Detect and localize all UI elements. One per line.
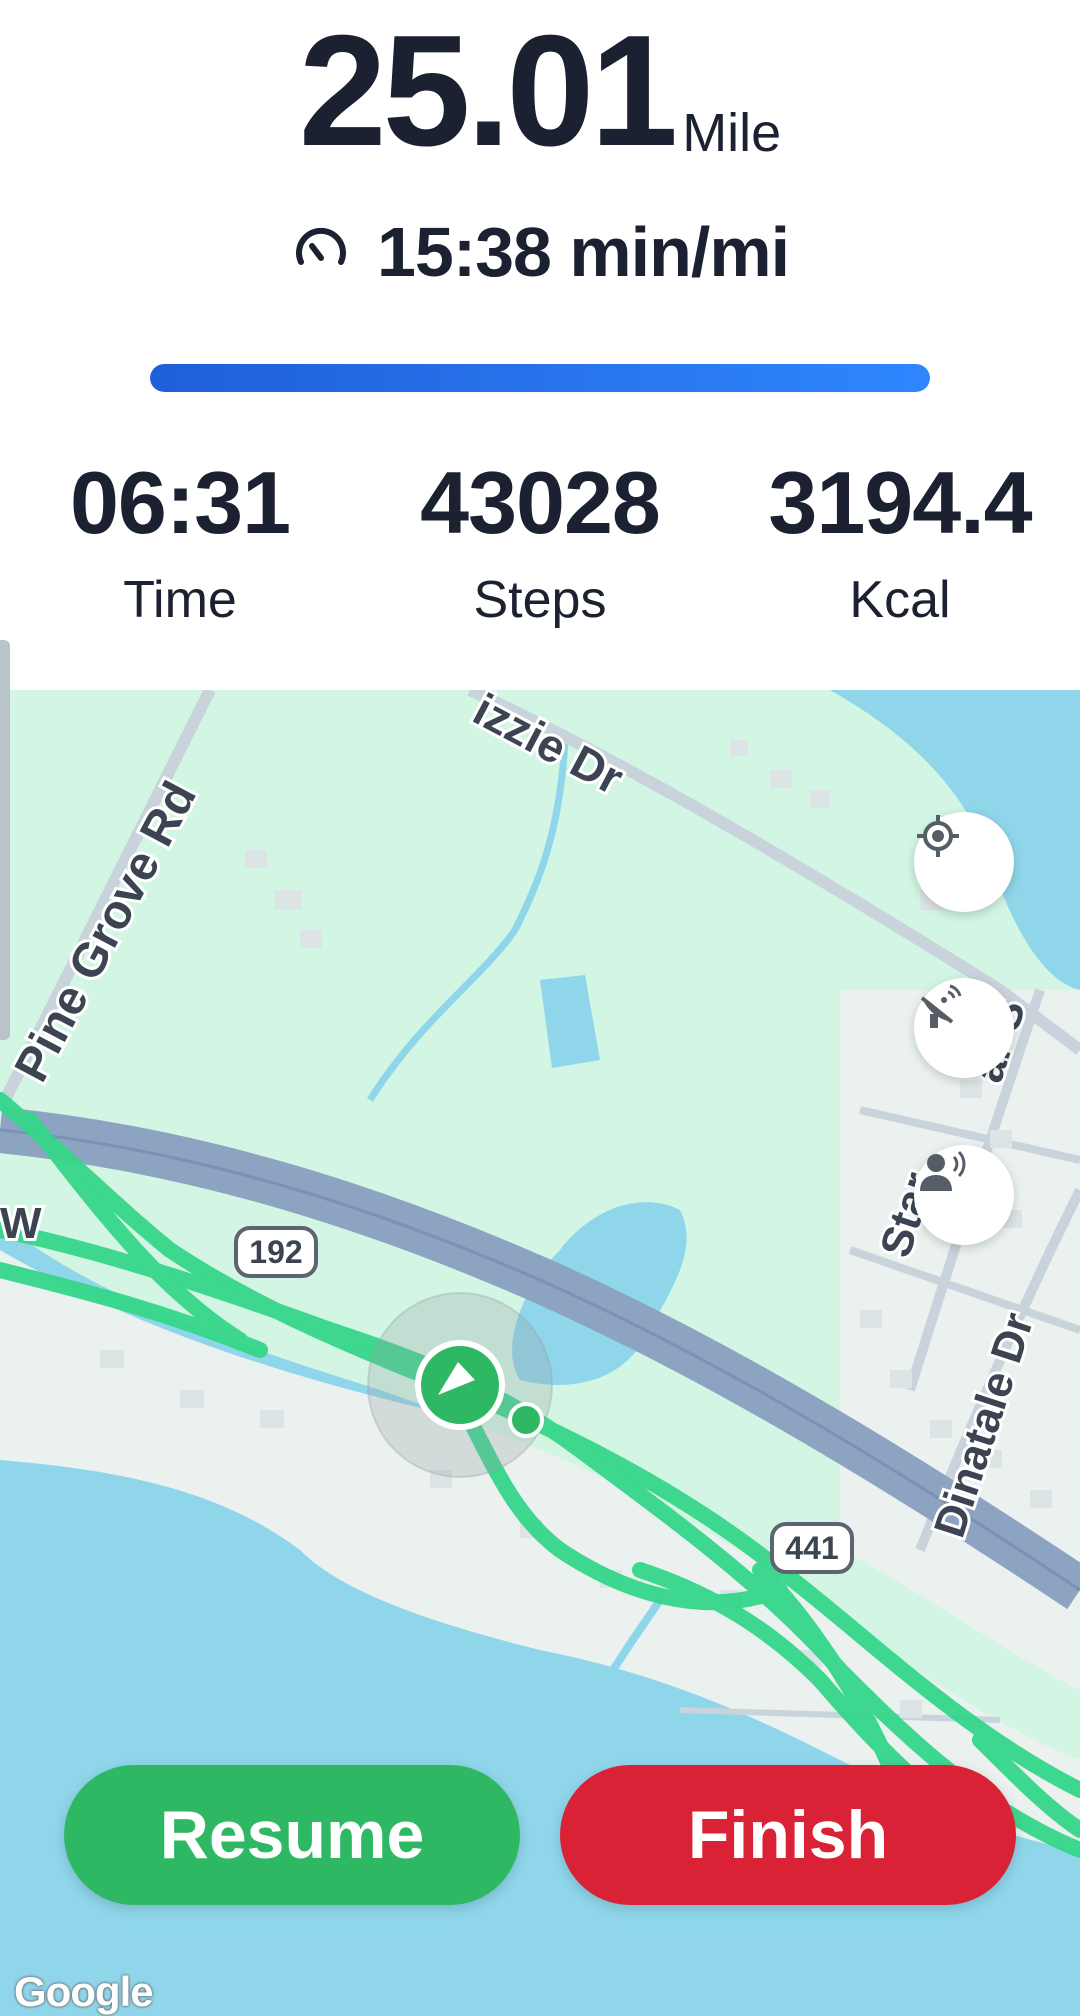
metrics-row: 06:31 Time 43028 Steps 3194.4 Kcal [0,453,1080,655]
distance-value: 25.01 [298,3,678,179]
distance-unit: Mile [682,103,782,163]
time-label: Time [123,570,237,629]
pond-small [540,975,600,1068]
shield-441: 441 [770,1522,854,1574]
speedometer-icon [291,220,351,285]
shield-441-label: 441 [785,1530,838,1566]
pace-value: 15:38 min/mi [376,213,790,291]
track-end-dot [508,1402,544,1438]
kcal-label: Kcal [849,570,951,629]
google-attribution: Google [14,1968,154,2015]
steps-label: Steps [473,570,607,629]
label-pine-grove: Pine Grove Rd [5,773,207,1090]
my-location-button[interactable] [914,812,1014,912]
side-drawer-handle[interactable] [0,640,10,1040]
label-w: W [0,1199,42,1248]
resume-button[interactable]: Resume [64,1765,520,1905]
goal-progress-fill [150,364,930,392]
stream [367,739,569,1102]
distance-display: 25.01 Mile [0,10,1080,170]
voice-coach-button[interactable] [914,1145,1014,1245]
pace-display: 15:38 min/mi [0,212,1080,292]
metric-steps: 43028 Steps [360,453,720,630]
steps-value: 43028 [420,453,661,552]
shield-192: 192 [234,1226,318,1278]
metric-time: 06:31 Time [0,453,360,630]
time-value: 06:31 [69,453,291,552]
kcal-value: 3194.4 [768,453,1032,552]
metric-kcal: 3194.4 Kcal [720,453,1080,630]
goal-progress-bar [150,364,930,392]
finish-button[interactable]: Finish [560,1765,1016,1905]
label-lizzie: izzie Dr [465,690,632,804]
gps-signal-button[interactable] [914,978,1014,1078]
shield-192-label: 192 [249,1234,302,1270]
